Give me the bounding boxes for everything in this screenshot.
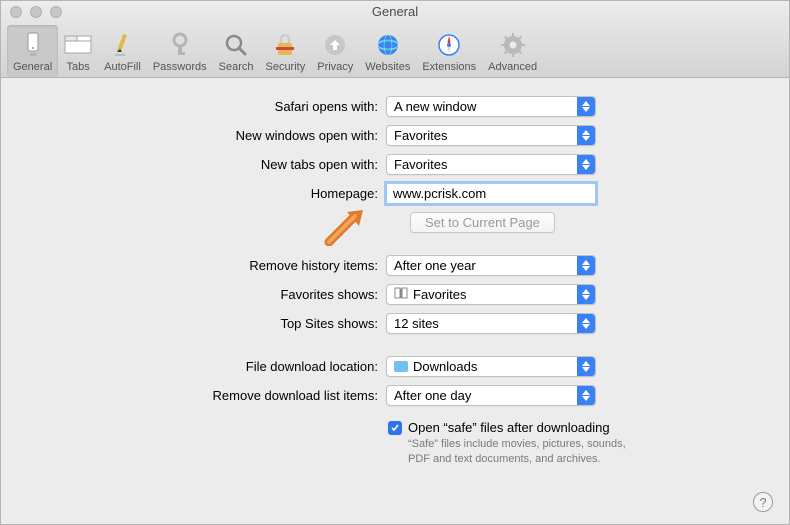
search-icon <box>222 31 250 59</box>
label-remove-download: Remove download list items: <box>31 388 386 403</box>
chevron-updown-icon <box>577 285 595 304</box>
tab-tabs[interactable]: Tabs <box>58 25 98 77</box>
open-safe-description: “Safe” files include movies, pictures, s… <box>408 437 648 467</box>
select-favorites-shows[interactable]: Favorites <box>386 284 596 305</box>
chevron-updown-icon <box>577 314 595 333</box>
label-new-tabs: New tabs open with: <box>31 157 386 172</box>
preferences-window: General General Tabs AutoFill Passwords <box>0 0 790 525</box>
passwords-icon <box>166 31 194 59</box>
label-favorites-shows: Favorites shows: <box>31 287 386 302</box>
chevron-updown-icon <box>577 97 595 116</box>
select-remove-history[interactable]: After one year <box>386 255 596 276</box>
label-safari-opens: Safari opens with: <box>31 99 386 114</box>
general-icon <box>19 31 47 59</box>
label-top-sites: Top Sites shows: <box>31 316 386 331</box>
websites-icon <box>374 31 402 59</box>
extensions-icon <box>435 31 463 59</box>
tabs-icon <box>64 31 92 59</box>
window-title: General <box>1 4 789 19</box>
label-download-location: File download location: <box>31 359 386 374</box>
label-homepage: Homepage: <box>31 186 386 201</box>
tab-autofill[interactable]: AutoFill <box>98 25 147 77</box>
help-button[interactable]: ? <box>753 492 773 512</box>
close-window-button[interactable] <box>10 6 22 18</box>
tab-privacy[interactable]: Privacy <box>311 25 359 77</box>
tab-passwords[interactable]: Passwords <box>147 25 213 77</box>
advanced-icon <box>499 31 527 59</box>
book-icon <box>394 287 408 302</box>
homepage-input[interactable] <box>386 183 596 204</box>
privacy-icon <box>321 31 349 59</box>
open-safe-label: Open “safe” files after downloading <box>408 420 648 435</box>
tab-security[interactable]: Security <box>259 25 311 77</box>
chevron-updown-icon <box>577 256 595 275</box>
select-top-sites[interactable]: 12 sites <box>386 313 596 334</box>
open-safe-checkbox[interactable] <box>388 421 402 435</box>
label-remove-history: Remove history items: <box>31 258 386 273</box>
select-remove-download[interactable]: After one day <box>386 385 596 406</box>
tab-extensions[interactable]: Extensions <box>416 25 482 77</box>
set-current-page-button[interactable]: Set to Current Page <box>410 212 555 233</box>
autofill-icon <box>108 31 136 59</box>
chevron-updown-icon <box>577 357 595 376</box>
select-download-location[interactable]: Downloads <box>386 356 596 377</box>
select-safari-opens[interactable]: A new window <box>386 96 596 117</box>
tab-general[interactable]: General <box>7 25 58 77</box>
tab-websites[interactable]: Websites <box>359 25 416 77</box>
security-icon <box>271 31 299 59</box>
chevron-updown-icon <box>577 155 595 174</box>
tab-advanced[interactable]: Advanced <box>482 25 543 77</box>
traffic-lights <box>1 6 62 18</box>
select-new-windows[interactable]: Favorites <box>386 125 596 146</box>
minimize-window-button[interactable] <box>30 6 42 18</box>
chevron-updown-icon <box>577 386 595 405</box>
zoom-window-button[interactable] <box>50 6 62 18</box>
label-new-windows: New windows open with: <box>31 128 386 143</box>
folder-icon <box>394 361 408 372</box>
content-area: Safari opens with: A new window New wind… <box>1 78 789 477</box>
tab-search[interactable]: Search <box>213 25 260 77</box>
select-new-tabs[interactable]: Favorites <box>386 154 596 175</box>
titlebar: General <box>1 1 789 22</box>
chevron-updown-icon <box>577 126 595 145</box>
preferences-toolbar: General Tabs AutoFill Passwords Search <box>1 22 789 78</box>
